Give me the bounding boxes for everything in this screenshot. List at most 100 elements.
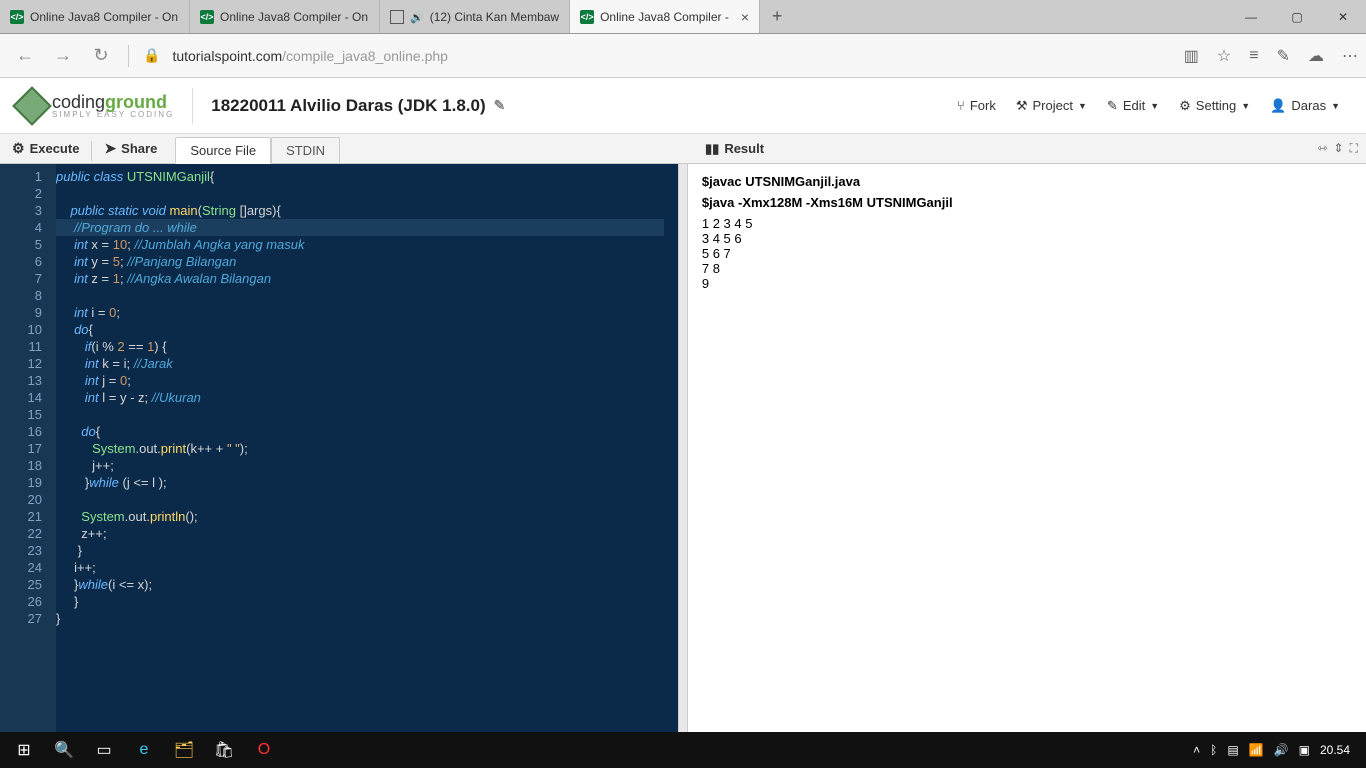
- ghost-icon[interactable]: ☁: [1308, 46, 1324, 66]
- code-line[interactable]: 11 if(i % 2 == 1) {: [0, 338, 678, 355]
- code-line[interactable]: 12 int k = i; //Jarak: [0, 355, 678, 372]
- tab-label: Online Java8 Compiler - On: [220, 10, 368, 24]
- explorer-icon[interactable]: 🗂: [164, 732, 204, 768]
- code-line[interactable]: 7 int z = 1; //Angka Awalan Bilangan: [0, 270, 678, 287]
- input-icon[interactable]: ▤: [1227, 743, 1238, 757]
- edit-icon: ✎: [1107, 98, 1118, 114]
- reading-view-icon[interactable]: ▥: [1184, 46, 1199, 66]
- search-icon[interactable]: 🔍: [44, 732, 84, 768]
- split-pane: 1public class UTSNIMGanjil{23 public sta…: [0, 164, 1366, 732]
- windows-taskbar: ⊞ 🔍 ▭ e 🗂 🛍 O ˄ ᛒ ▤ 📶 🔊 ▣ 20.54: [0, 732, 1366, 768]
- fork-button[interactable]: ⑂Fork: [949, 94, 1004, 118]
- code-editor[interactable]: 1public class UTSNIMGanjil{23 public sta…: [0, 164, 678, 732]
- execute-button[interactable]: ⚙Execute: [0, 134, 91, 163]
- window-maximize[interactable]: ▢: [1274, 0, 1320, 33]
- result-header: ▮▮Result: [693, 134, 776, 163]
- code-line[interactable]: 10 do{: [0, 321, 678, 338]
- tray-up-icon[interactable]: ˄: [1193, 743, 1200, 757]
- share-button[interactable]: ➤Share: [92, 134, 169, 163]
- code-line[interactable]: 21 System.out.println();: [0, 508, 678, 525]
- user-menu[interactable]: 👤Daras▼: [1262, 94, 1348, 118]
- code-icon: </>: [200, 10, 214, 24]
- expand-v-icon[interactable]: ⇕: [1334, 141, 1344, 156]
- browser-tab[interactable]: </>Online Java8 Compiler - On: [0, 0, 190, 33]
- program-output: 1 2 3 4 5 3 4 5 6 5 6 7 7 8 9: [702, 216, 1352, 291]
- browser-tab[interactable]: </>Online Java8 Compiler - ×: [570, 0, 760, 33]
- new-tab-button[interactable]: +: [760, 0, 794, 33]
- project-title: 18220011 Alvilio Daras (JDK 1.8.0) ✎: [211, 96, 505, 116]
- system-tray: ˄ ᛒ ▤ 📶 🔊 ▣ 20.54: [1193, 743, 1362, 757]
- favorite-icon[interactable]: ☆: [1217, 46, 1231, 66]
- tab-source-file[interactable]: Source File: [175, 137, 271, 164]
- fullscreen-icon[interactable]: ⛶: [1350, 141, 1358, 156]
- bluetooth-icon[interactable]: ᛒ: [1210, 743, 1217, 757]
- run-command: $java -Xmx128M -Xms16M UTSNIMGanjil: [702, 195, 1352, 210]
- editor-scrollbar[interactable]: [664, 164, 678, 732]
- user-icon: 👤: [1270, 98, 1286, 114]
- code-line[interactable]: 8: [0, 287, 678, 304]
- code-line[interactable]: 20: [0, 491, 678, 508]
- code-line[interactable]: 9 int i = 0;: [0, 304, 678, 321]
- code-line[interactable]: 4 //Program do ... while: [0, 219, 678, 236]
- code-line[interactable]: 22 z++;: [0, 525, 678, 542]
- back-button[interactable]: ←: [8, 39, 42, 73]
- browser-tab[interactable]: </> Online Java8 Compiler - On: [190, 0, 380, 33]
- code-line[interactable]: 15: [0, 406, 678, 423]
- site-header: codingground SIMPLY EASY CODING 18220011…: [0, 78, 1366, 134]
- notes-icon[interactable]: ✎: [1277, 46, 1290, 66]
- code-line[interactable]: 14 int l = y - z; //Ukuran: [0, 389, 678, 406]
- start-button[interactable]: ⊞: [4, 732, 44, 768]
- tab-label: Online Java8 Compiler - On: [30, 10, 178, 24]
- window-minimize[interactable]: —: [1228, 0, 1274, 33]
- toolbar: ⚙Execute ➤Share Source File STDIN ▮▮Resu…: [0, 134, 1366, 164]
- browser-tab[interactable]: (12) Cinta Kan Membaw: [380, 0, 570, 33]
- project-menu[interactable]: ⚒Project▼: [1008, 94, 1095, 118]
- fork-icon: ⑂: [957, 98, 965, 113]
- code-icon: </>: [580, 10, 594, 24]
- tab-stdin[interactable]: STDIN: [271, 137, 340, 163]
- code-line[interactable]: 2: [0, 185, 678, 202]
- volume-icon[interactable]: 🔊: [1274, 743, 1289, 757]
- code-line[interactable]: 24 i++;: [0, 559, 678, 576]
- edge-icon[interactable]: e: [124, 732, 164, 768]
- more-icon[interactable]: ⋯: [1342, 46, 1358, 66]
- code-line[interactable]: 17 System.out.print(k++ + " ");: [0, 440, 678, 457]
- code-line[interactable]: 26 }: [0, 593, 678, 610]
- setting-menu[interactable]: ⚙Setting▼: [1171, 94, 1258, 118]
- code-line[interactable]: 3 public static void main(String []args)…: [0, 202, 678, 219]
- code-line[interactable]: 23 }: [0, 542, 678, 559]
- code-line[interactable]: 25 }while(i <= x);: [0, 576, 678, 593]
- code-line[interactable]: 19 }while (j <= l );: [0, 474, 678, 491]
- code-line[interactable]: 18 j++;: [0, 457, 678, 474]
- refresh-button[interactable]: ↻: [84, 39, 118, 73]
- code-line[interactable]: 5 int x = 10; //Jumblah Angka yang masuk: [0, 236, 678, 253]
- url-display[interactable]: tutorialspoint.com/compile_java8_online.…: [172, 48, 448, 64]
- action-center-icon[interactable]: ▣: [1299, 743, 1310, 757]
- tab-label: (12) Cinta Kan Membaw: [430, 10, 559, 24]
- opera-icon[interactable]: O: [244, 732, 284, 768]
- forward-button[interactable]: →: [46, 39, 80, 73]
- store-icon[interactable]: 🛍: [204, 732, 244, 768]
- edit-title-icon[interactable]: ✎: [494, 97, 506, 114]
- edit-menu[interactable]: ✎Edit▼: [1099, 94, 1167, 118]
- window-close[interactable]: ✕: [1320, 0, 1366, 33]
- share-icon: ➤: [104, 140, 116, 157]
- compile-command: $javac UTSNIMGanjil.java: [702, 174, 1352, 189]
- page-icon: [390, 10, 404, 24]
- splitter-handle[interactable]: [678, 164, 688, 732]
- code-line[interactable]: 16 do{: [0, 423, 678, 440]
- chart-icon: ▮▮: [705, 141, 719, 157]
- favorites-hub-icon[interactable]: ≡: [1249, 47, 1258, 65]
- expand-h-icon[interactable]: ⇿: [1317, 141, 1327, 156]
- result-pane: $javac UTSNIMGanjil.java $java -Xmx128M …: [688, 164, 1366, 732]
- code-line[interactable]: 13 int j = 0;: [0, 372, 678, 389]
- code-line[interactable]: 27}: [0, 610, 678, 627]
- code-line[interactable]: 1public class UTSNIMGanjil{: [0, 168, 678, 185]
- task-view-icon[interactable]: ▭: [84, 732, 124, 768]
- code-line[interactable]: 6 int y = 5; //Panjang Bilangan: [0, 253, 678, 270]
- logo[interactable]: codingground SIMPLY EASY CODING: [18, 92, 174, 120]
- close-tab-icon[interactable]: ×: [741, 9, 749, 25]
- clock[interactable]: 20.54: [1320, 743, 1350, 757]
- wifi-icon[interactable]: 📶: [1249, 743, 1264, 757]
- gear-icon: ⚙: [1179, 98, 1191, 114]
